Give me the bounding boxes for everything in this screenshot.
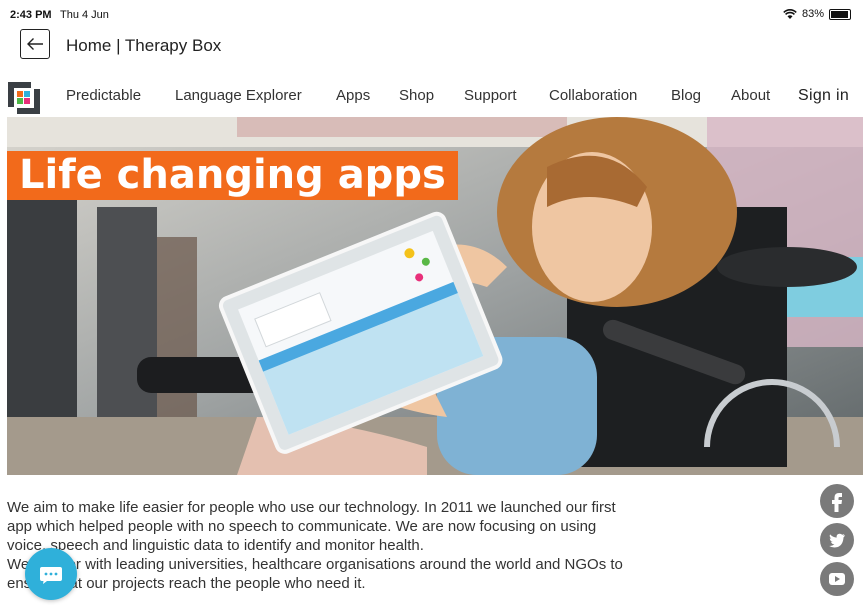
battery-percent: 83% <box>801 8 824 20</box>
status-bar: 2:43 PM Thu 4 Jun 83% <box>0 0 863 22</box>
sign-in-link[interactable]: Sign in <box>798 87 849 105</box>
status-right: 83% <box>783 8 851 20</box>
nav-item-about[interactable]: About <box>731 87 770 104</box>
twitter-icon[interactable] <box>820 523 854 557</box>
battery-fill <box>831 10 848 18</box>
nav-item-blog[interactable]: Blog <box>671 87 701 104</box>
intro-line: We partner with leading universities, he… <box>7 556 623 573</box>
intro-line: ensure that our projects reach the peopl… <box>7 575 366 592</box>
status-time: 2:43 PM <box>10 9 52 21</box>
nav-item-support[interactable]: Support <box>464 87 517 104</box>
chat-icon <box>40 567 62 584</box>
nav-item-collaboration[interactable]: Collaboration <box>549 87 637 104</box>
wifi-icon <box>783 8 797 19</box>
arrow-left-icon <box>27 38 43 50</box>
intro-line: We aim to make life easier for people wh… <box>7 499 616 516</box>
nav-item-predictable[interactable]: Predictable <box>66 87 141 104</box>
status-date: Thu 4 Jun <box>60 9 109 21</box>
facebook-icon[interactable] <box>820 484 854 518</box>
main-nav: Predictable Language Explorer Apps Shop … <box>0 78 863 115</box>
page-title: Home | Therapy Box <box>66 36 222 55</box>
intro-text: We aim to make life easier for people wh… <box>7 498 727 593</box>
nav-item-shop[interactable]: Shop <box>399 87 434 104</box>
back-button[interactable] <box>20 29 50 59</box>
therapy-box-logo[interactable] <box>7 81 41 115</box>
battery-icon <box>829 8 851 20</box>
intro-line: voice, speech and linguistic data to ide… <box>7 537 424 554</box>
nav-item-language-explorer[interactable]: Language Explorer <box>175 87 302 104</box>
hero-headline: Life changing apps <box>7 151 458 200</box>
title-bar: Home | Therapy Box <box>0 28 863 64</box>
youtube-icon[interactable] <box>820 562 854 596</box>
intro-line: app which helped people with no speech t… <box>7 518 597 535</box>
chat-bubble-button[interactable] <box>25 548 77 600</box>
nav-item-apps[interactable]: Apps <box>336 87 370 104</box>
